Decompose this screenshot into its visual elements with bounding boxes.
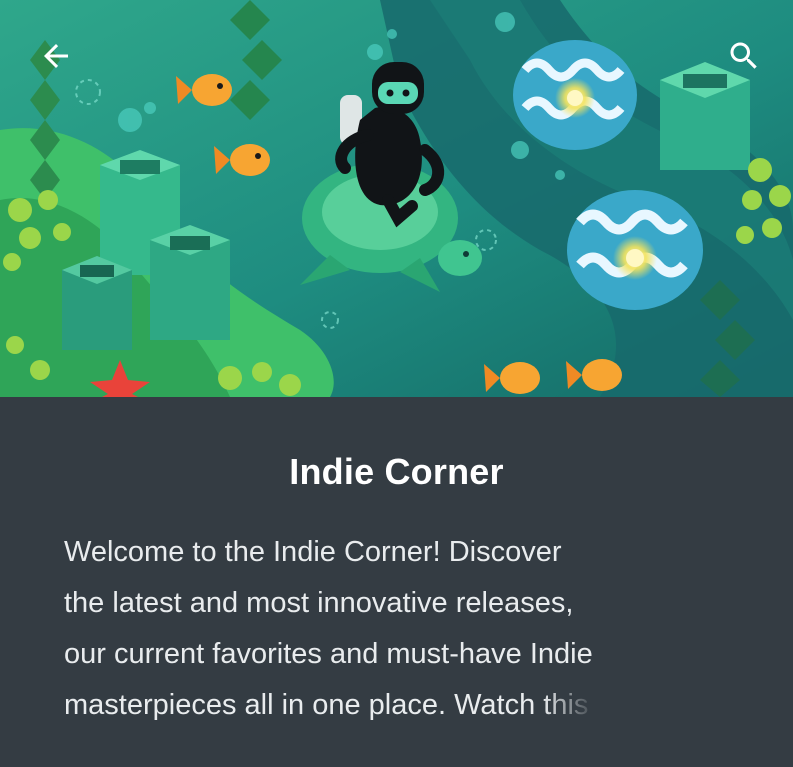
hero-illustration [0,0,793,397]
description-line: our current favorites and must-have Indi… [64,638,593,670]
collection-description[interactable]: Welcome to the Indie Corner! Discover th… [64,527,704,731]
description-line: the latest and most innovative releases, [64,587,574,619]
search-icon [730,42,757,69]
collection-details: Indie Corner Welcome to the Indie Corner… [0,397,793,767]
search-button[interactable] [722,34,766,78]
hero-banner [0,0,793,397]
description-line-lead: masterpieces all in one place. Watch [64,689,544,721]
description-line-truncated: masterpieces all in one place. Watch thi… [64,680,704,731]
back-button[interactable] [34,34,78,78]
description-fade-text: this [543,689,589,721]
page-title: Indie Corner [289,451,504,492]
arrow-left-icon [44,44,68,68]
description-line: Welcome to the Indie Corner! Discover [64,536,562,568]
